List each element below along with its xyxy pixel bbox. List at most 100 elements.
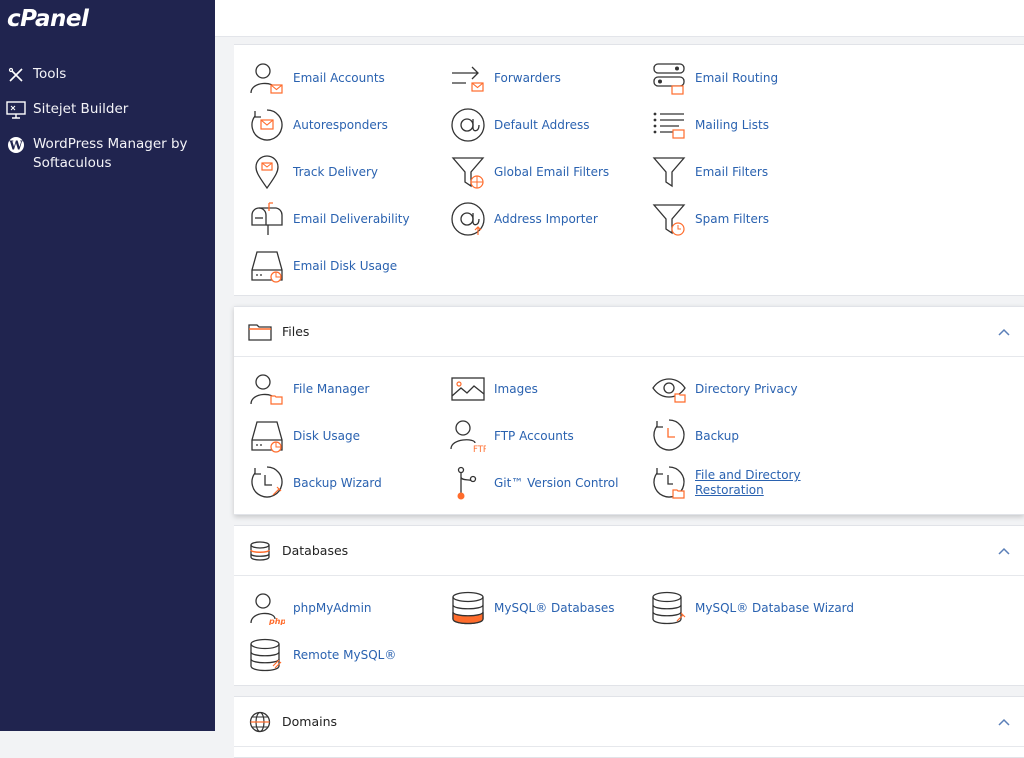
item-label: Directory Privacy <box>695 381 798 396</box>
images-link[interactable]: Images <box>449 369 538 409</box>
databases-panel: Databases php phpMyAdmin MySQL® Database… <box>234 525 1024 686</box>
item-label: Disk Usage <box>293 428 360 443</box>
files-panel-header[interactable]: Files <box>234 307 1024 357</box>
spam-filter-icon <box>650 200 688 238</box>
restore-icon <box>650 464 688 502</box>
backup-link[interactable]: Backup <box>650 416 739 456</box>
item-label: Spam Filters <box>695 211 770 226</box>
global-filter-icon <box>449 153 487 191</box>
item-label: Email Disk Usage <box>293 258 398 273</box>
folder-icon <box>247 321 273 343</box>
sidebar: cPanel Tools Sitejet Builder W WordPress… <box>0 0 215 731</box>
email-panel: Email Accounts Forwarders Email Routing … <box>234 44 1024 296</box>
phpmyadmin-icon: php <box>248 589 286 627</box>
file-manager-link[interactable]: File Manager <box>248 369 370 409</box>
eye-icon <box>650 370 688 408</box>
globe-icon <box>247 711 273 733</box>
item-label: phpMyAdmin <box>293 600 372 615</box>
sidebar-item-label: WordPress Manager by Softaculous <box>33 136 188 171</box>
item-label: Forwarders <box>494 70 561 85</box>
forwarders-icon <box>449 59 487 97</box>
phpmyadmin-link[interactable]: php phpMyAdmin <box>248 588 372 628</box>
remote-database-icon <box>248 636 286 674</box>
database-wizard-icon <box>650 589 688 627</box>
address-importer-link[interactable]: Address Importer <box>449 199 598 239</box>
database-icon <box>247 540 273 562</box>
panel-title: Domains <box>282 714 338 729</box>
email-routing-icon <box>650 59 688 97</box>
global-email-filters-link[interactable]: Global Email Filters <box>449 152 609 192</box>
monitor-icon <box>6 100 26 120</box>
item-label: FTP Accounts <box>494 428 574 443</box>
item-label: Global Email Filters <box>494 164 610 179</box>
git-version-control-link[interactable]: Git™ Version Control <box>449 463 618 503</box>
item-label: Email Deliverability <box>293 211 410 226</box>
chevron-up-icon[interactable] <box>996 543 1012 559</box>
databases-panel-header[interactable]: Databases <box>234 526 1024 576</box>
sidebar-nav: Tools Sitejet Builder W WordPress Manage… <box>0 62 215 185</box>
item-label: Email Filters <box>695 164 769 179</box>
email-deliverability-link[interactable]: Email Deliverability <box>248 199 410 239</box>
cpanel-logo[interactable]: cPanel <box>7 6 89 32</box>
autoresponders-link[interactable]: Autoresponders <box>248 105 388 145</box>
git-branch-icon <box>449 464 487 502</box>
mailing-lists-link[interactable]: Mailing Lists <box>650 105 769 145</box>
tools-icon <box>6 65 26 85</box>
sidebar-item-sitejet[interactable]: Sitejet Builder <box>0 97 215 123</box>
mailbox-icon <box>248 200 286 238</box>
files-panel: Files File Manager Images Directory Priv… <box>234 306 1024 515</box>
autoresponders-icon <box>248 106 286 144</box>
item-label: File Manager <box>293 381 370 396</box>
backup-wizard-icon <box>248 464 286 502</box>
panel-title: Databases <box>282 543 349 558</box>
sidebar-item-wordpress[interactable]: W WordPress Manager by Softaculous <box>0 132 215 176</box>
mysql-database-icon <box>449 589 487 627</box>
item-label: Remote MySQL® <box>293 647 397 662</box>
image-icon <box>449 370 487 408</box>
item-label: Backup Wizard <box>293 475 382 490</box>
backup-wizard-link[interactable]: Backup Wizard <box>248 463 382 503</box>
disk-usage-link[interactable]: Disk Usage <box>248 416 360 456</box>
backup-clock-icon <box>650 417 688 455</box>
item-label: MySQL® Database Wizard <box>695 600 855 615</box>
email-filters-link[interactable]: Email Filters <box>650 152 768 192</box>
item-label: MySQL® Databases <box>494 600 615 615</box>
item-label: Images <box>494 381 538 396</box>
disk-usage-icon <box>248 247 286 285</box>
item-label: Autoresponders <box>293 117 388 132</box>
track-delivery-link[interactable]: Track Delivery <box>248 152 378 192</box>
svg-text:W: W <box>8 139 23 153</box>
sidebar-item-tools[interactable]: Tools <box>0 62 215 88</box>
spam-filters-link[interactable]: Spam Filters <box>650 199 769 239</box>
location-pin-icon <box>248 153 286 191</box>
top-header <box>215 0 1024 37</box>
mysql-database-wizard-link[interactable]: MySQL® Database Wizard <box>650 588 854 628</box>
email-disk-usage-link[interactable]: Email Disk Usage <box>248 246 397 286</box>
mysql-databases-link[interactable]: MySQL® Databases <box>449 588 615 628</box>
svg-text:php: php <box>268 617 285 625</box>
email-routing-link[interactable]: Email Routing <box>650 58 778 98</box>
svg-text:FTP: FTP <box>473 445 486 453</box>
item-label: Email Accounts <box>293 70 385 85</box>
disk-usage-icon <box>248 417 286 455</box>
forwarders-link[interactable]: Forwarders <box>449 58 561 98</box>
default-address-link[interactable]: Default Address <box>449 105 589 145</box>
email-accounts-icon <box>248 59 286 97</box>
item-label: Track Delivery <box>293 164 379 179</box>
item-label: File and Directory Restoration <box>695 468 801 497</box>
email-accounts-link[interactable]: Email Accounts <box>248 58 385 98</box>
sidebar-item-label: Sitejet Builder <box>33 101 129 117</box>
sidebar-item-label: Tools <box>33 66 67 82</box>
domains-panel: Domains <box>234 696 1024 758</box>
file-directory-restoration-link[interactable]: File and Directory Restoration <box>650 463 805 503</box>
mailing-lists-icon <box>650 106 688 144</box>
wordpress-icon: W <box>6 135 26 155</box>
remote-mysql-link[interactable]: Remote MySQL® <box>248 635 396 675</box>
item-label: Mailing Lists <box>695 117 769 132</box>
domains-panel-header[interactable]: Domains <box>234 697 1024 747</box>
chevron-up-icon[interactable] <box>996 714 1012 730</box>
ftp-accounts-link[interactable]: FTP FTP Accounts <box>449 416 574 456</box>
file-manager-icon <box>248 370 286 408</box>
chevron-up-icon[interactable] <box>996 324 1012 340</box>
directory-privacy-link[interactable]: Directory Privacy <box>650 369 798 409</box>
